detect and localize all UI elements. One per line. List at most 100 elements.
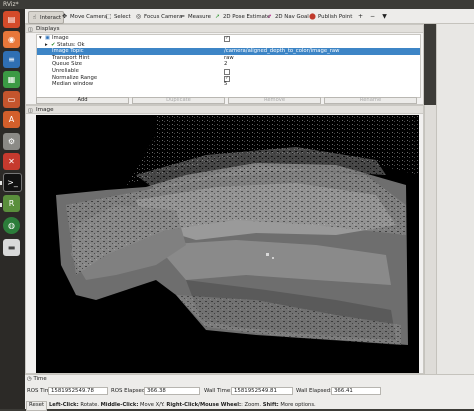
terminal-icon[interactable]: >_ [3, 173, 22, 192]
nav-goal-tool-button[interactable]: ➚ 2D Nav Goal [264, 11, 311, 22]
depth-image-view[interactable] [36, 115, 419, 373]
wall-time-label: Wall Time: [204, 388, 233, 394]
row-label: Image [52, 35, 69, 41]
hint-text: Move X/Y. [138, 402, 167, 408]
publish-point-icon: ⬤ [309, 13, 316, 20]
tree-row-image-topic[interactable]: Image Topic /camera/aligned_depth_to_col… [37, 48, 420, 55]
settings-icon[interactable]: ⚙ [3, 133, 20, 150]
firefox-icon[interactable]: ◉ [3, 31, 20, 48]
duplicate-display-button[interactable]: Duplicate [132, 97, 225, 104]
hint-text: : Zoom. [241, 402, 263, 408]
wall-time-field[interactable]: 1581952549.81 [231, 387, 293, 395]
wall-elapsed-field[interactable]: 366.41 [331, 387, 381, 395]
row-label: Median window [52, 81, 94, 88]
tool-label: Interact [40, 14, 62, 21]
globe-icon[interactable]: ◍ [3, 217, 20, 234]
add-tool-button[interactable]: + [355, 11, 366, 22]
hint-right-click: Right-Click/Mouse Wheel: [166, 402, 242, 408]
nav-goal-icon: ➚ [266, 13, 273, 20]
time-panel-title-text: Time [33, 376, 47, 382]
tool-label: Measure [188, 13, 211, 20]
move-camera-tool-button[interactable]: ✥ Move Camera [59, 11, 109, 22]
ros-elapsed-label: ROS Elapsed: [111, 388, 148, 394]
tree-row-normalize-range[interactable]: Normalize Range ✓ [37, 75, 420, 82]
add-display-button[interactable]: Add [36, 97, 129, 104]
median-window-value[interactable]: 5 [224, 81, 227, 88]
hint-text: Rotate. [78, 402, 101, 408]
tree-row-transport-hint[interactable]: Transport Hint raw [37, 55, 420, 62]
reset-button[interactable]: Reset [26, 401, 48, 411]
tree-row-image[interactable]: ▾ ▣ Image ✓ [37, 35, 420, 42]
tree-row-status[interactable]: ▸ ✔ Status: Ok [37, 42, 420, 49]
impress-icon[interactable]: ▭ [3, 91, 20, 108]
measure-icon: ━ [180, 13, 185, 20]
window-title-bar: RViz* [0, 0, 474, 9]
image-topic-value[interactable]: /camera/aligned_depth_to_color/image_raw [224, 48, 340, 55]
software-center-icon[interactable]: A [3, 111, 20, 128]
files-icon[interactable]: ▤ [3, 11, 20, 28]
publish-point-tool-button[interactable]: ⬤ Publish Point [307, 11, 354, 22]
status-ok-icon: ✔ [51, 41, 56, 48]
row-label: Unreliable [52, 68, 79, 74]
tree-row-median-window[interactable]: Median window 5 [37, 81, 420, 88]
plus-icon: + [357, 13, 364, 20]
hint-shift: Shift: [262, 402, 279, 408]
row-label: Transport Hint [52, 54, 90, 61]
wall-elapsed-label: Wall Elapsed: [296, 388, 332, 394]
tree-row-unreliable[interactable]: Unreliable [37, 68, 420, 75]
image-display-icon: ▣ [45, 35, 51, 41]
transport-hint-value[interactable]: raw [224, 55, 234, 62]
status-hint: Left-Click: Rotate. Middle-Click: Move X… [49, 402, 316, 408]
row-label: Status: Ok [57, 41, 85, 48]
row-label: Normalize Range [52, 74, 98, 81]
expand-arrow-icon[interactable]: ▾ [39, 35, 42, 42]
focus-camera-icon: ◎ [135, 13, 142, 20]
measure-tool-button[interactable]: ━ Measure [177, 11, 213, 22]
displays-tree: ▾ ▣ Image ✓ ▸ ✔ Status: Ok Image Topic /… [36, 34, 421, 98]
running-indicator [0, 203, 2, 207]
running-indicator [0, 181, 2, 185]
image-panel-title-bar: ◫ Image [26, 106, 423, 114]
time-panel: ◷ Time ROS Time: 1581952549.78 ROS Elaps… [25, 374, 474, 411]
queue-size-value[interactable]: 2 [224, 61, 227, 68]
panel-icon: ◫ [28, 27, 33, 33]
tool-label: Publish Point [318, 13, 353, 20]
rviz-icon[interactable]: R [3, 195, 20, 212]
right-dock-area [436, 24, 474, 374]
displays-panel-title-bar: ◫ Displays [26, 25, 423, 33]
remove-display-button[interactable]: Remove [228, 97, 321, 104]
select-icon: ⬚ [105, 13, 112, 20]
expand-arrow-icon[interactable]: ▸ [45, 42, 48, 49]
image-panel: ◫ Image [25, 105, 424, 374]
hint-text: More options. [278, 402, 316, 408]
tools-icon[interactable]: ✕ [3, 153, 20, 170]
writer-icon[interactable]: ≡ [3, 51, 20, 68]
displays-button-row: Add Duplicate Remove Rename [36, 97, 419, 104]
image-panel-title: Image [36, 107, 54, 113]
time-panel-title: ◷ Time [27, 376, 47, 382]
drive-icon[interactable]: ▬ [3, 239, 20, 256]
select-tool-button[interactable]: ⬚ Select [103, 11, 133, 22]
panel-splitter[interactable] [424, 105, 436, 374]
tool-label: Move Camera [70, 13, 108, 20]
tool-menu-button[interactable]: ▼ [379, 11, 390, 22]
hint-left-click: Left-Click: [49, 402, 79, 408]
move-camera-icon: ✥ [61, 13, 68, 20]
rename-display-button[interactable]: Rename [324, 97, 417, 104]
calc-icon[interactable]: ▦ [3, 71, 20, 88]
remove-tool-button[interactable]: − [367, 11, 378, 22]
toolbar: ☝ Interact ✥ Move Camera ⬚ Select ◎ Focu… [25, 9, 474, 24]
window-title: RViz* [3, 1, 19, 8]
tool-label: 2D Nav Goal [275, 13, 309, 20]
tool-label: Select [114, 13, 131, 20]
ros-elapsed-field[interactable]: 366.38 [144, 387, 200, 395]
ros-time-field[interactable]: 1581952549.78 [48, 387, 108, 395]
displays-title: Displays [36, 26, 60, 32]
tree-row-queue-size[interactable]: Queue Size 2 [37, 61, 420, 68]
depth-image [56, 115, 419, 345]
clock-icon: ◷ [27, 376, 32, 382]
row-label: Queue Size [52, 61, 82, 68]
unity-launcher: ▤ ◉ ≡ ▦ ▭ A ⚙ ✕ >_ R ◍ ▬ [0, 9, 25, 409]
panel-icon: ◫ [28, 108, 33, 114]
interact-icon: ☝ [32, 14, 37, 21]
